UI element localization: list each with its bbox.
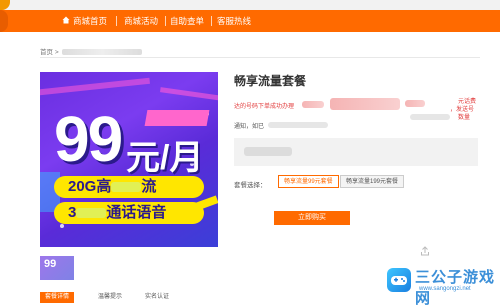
watermark-logo-icon [387, 268, 411, 292]
product-title-text: 畅享流量套餐 [234, 74, 307, 88]
gamepad-icon [391, 276, 407, 285]
promo-tag-blurred [144, 110, 210, 126]
breadcrumb-separator: > [54, 49, 59, 56]
notice-red-text: 达的号码下单成功办理 [234, 104, 295, 110]
price-box [234, 138, 478, 166]
feature-pill-voice: 3 通话语音 [54, 202, 204, 224]
blurred-text [76, 208, 107, 219]
watermark-url: www.sangongzi.net [419, 286, 471, 292]
price-blurred [244, 147, 292, 156]
nav-item-order-lookup[interactable]: 自助查单 [170, 10, 204, 32]
breadcrumb-home[interactable]: 首页 [40, 49, 53, 56]
tab-warm-tips[interactable]: 温馨提示 [98, 292, 122, 303]
decor-stripe [40, 77, 150, 97]
notice-red-line: 达的号码下单成功办理 [234, 101, 294, 110]
nav-item-label: 商城首页 [73, 16, 108, 26]
package-label: 套餐选择： [234, 182, 267, 189]
blurred-text [405, 100, 425, 107]
nav-item-hotline[interactable]: 客服热线 [217, 10, 251, 32]
breadcrumb-current-blurred [62, 49, 143, 56]
notice-grey-line: 通知，如已 [234, 121, 264, 130]
nav-divider [165, 16, 166, 26]
nav-divider [211, 16, 212, 26]
top-strip [0, 0, 500, 10]
divider [40, 57, 480, 58]
notice-grey-text: 通知，如已 [234, 124, 265, 130]
nav-item-home[interactable]: 商城首页 [62, 10, 108, 32]
tab-real-name[interactable]: 实名认证 [145, 292, 169, 303]
blurred-text [302, 101, 324, 108]
product-title: 畅享流量套餐 [234, 72, 306, 89]
home-icon [62, 16, 70, 24]
sparkle [60, 224, 64, 228]
blurred-text [410, 114, 450, 120]
nav-item-activities[interactable]: 商城活动 [124, 10, 158, 32]
feature-text: 3 [68, 204, 77, 221]
feature-pill-data: 20G高 流 [54, 176, 204, 198]
feature-text: 流 [141, 178, 157, 195]
price-unit: 元/月 [126, 139, 204, 177]
price-big: 99 [54, 103, 123, 175]
blurred-text [268, 122, 328, 128]
buy-now-button[interactable]: 立即购买 [274, 211, 350, 225]
main-nav: 商城首页 商城活动 自助查单 客服热线 [0, 10, 500, 32]
package-option-99[interactable]: 畅享流量99元套餐 [278, 175, 339, 188]
blurred-text [330, 98, 400, 110]
share-icon[interactable] [420, 246, 430, 256]
feature-text: 通话语音 [106, 204, 167, 221]
blurred-text [111, 182, 142, 193]
decor-stripe [159, 87, 218, 102]
site-logo-icon[interactable] [0, 0, 10, 10]
package-option-199[interactable]: 畅享流量199元套餐 [340, 175, 405, 188]
thumbnail-blur-overlay [40, 256, 80, 284]
feature-text: 20G高 [68, 178, 112, 195]
tab-package-details[interactable]: 套餐详情 [40, 292, 74, 303]
nav-divider [116, 16, 117, 26]
notice-red-tail3: 数量 [458, 115, 471, 121]
product-image: 99 元/月 20G高 流 3 通话语音 [40, 72, 218, 247]
breadcrumb: 首页 > [40, 46, 143, 56]
nav-logo-icon[interactable] [0, 10, 8, 32]
